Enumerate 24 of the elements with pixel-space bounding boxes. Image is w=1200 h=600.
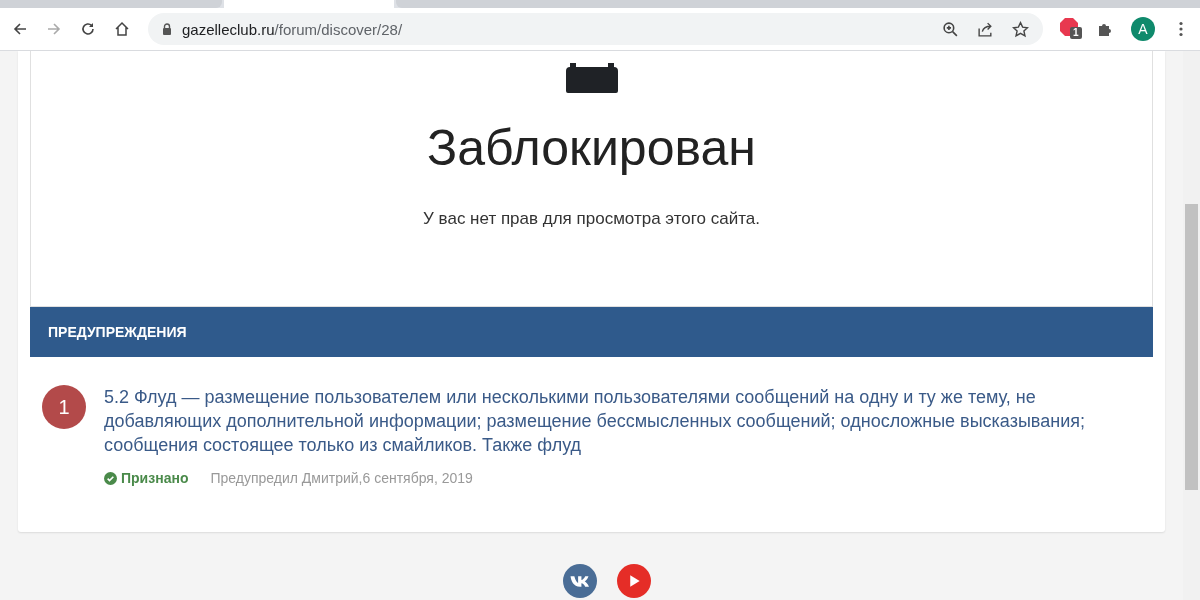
adblock-extension[interactable]: 1 — [1059, 17, 1083, 41]
blocked-message: У вас нет прав для просмотра этого сайта. — [423, 209, 760, 229]
warning-link[interactable]: 5.2 Флуд — размещение пользователем или несколькими пользователями сообщений на одну и ту же тему, не добавляющих дополнительной информации; размещение бессмысленных сообщений; односложные высказывания; сообщения состоящее только из смайликов. Также флуд — [104, 385, 1153, 457]
warning-status: Признано — [121, 470, 189, 486]
scrollbar-thumb[interactable] — [1185, 204, 1198, 490]
warning-points-badge: 1 — [42, 385, 86, 429]
back-icon[interactable] — [12, 21, 28, 37]
reload-icon[interactable] — [80, 21, 96, 37]
extension-badge: 1 — [1070, 27, 1082, 39]
youtube-icon[interactable] — [616, 564, 651, 598]
puzzle-icon[interactable] — [1097, 21, 1113, 37]
share-icon[interactable] — [977, 20, 994, 38]
zoom-icon[interactable] — [942, 20, 959, 38]
blocked-title: Заблокирован — [427, 119, 756, 177]
star-icon[interactable] — [1012, 20, 1029, 38]
warning-meta: Предупредил Дмитрий,6 сентября, 2019 — [210, 470, 473, 486]
warnings-header: ПРЕДУПРЕЖДЕНИЯ — [30, 307, 1153, 357]
home-icon[interactable] — [114, 21, 130, 37]
menu-icon[interactable] — [1179, 21, 1183, 37]
lock-icon — [563, 63, 620, 93]
vk-icon[interactable] — [562, 564, 597, 598]
profile-avatar[interactable]: A — [1131, 17, 1155, 41]
lock-icon[interactable] — [162, 23, 172, 35]
address-bar[interactable]: gazelleclub.ru/forum/discover/28/ — [148, 13, 1043, 45]
